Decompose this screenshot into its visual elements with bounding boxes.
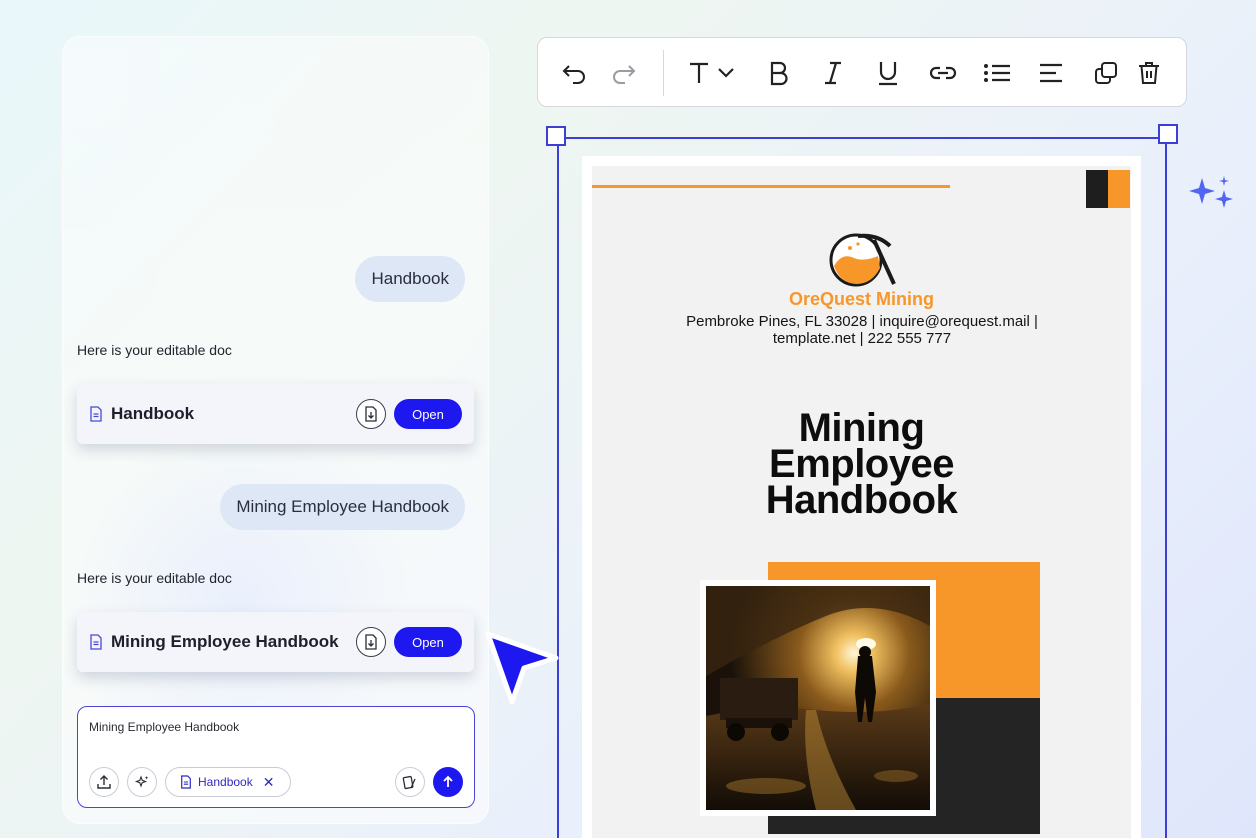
document-title: Mining Employee Handbook [592, 406, 1131, 522]
download-doc-icon [365, 634, 377, 650]
undo-button[interactable] [560, 58, 590, 88]
remove-chip-icon[interactable]: ✕ [263, 774, 275, 791]
document-canvas: OreQuest Mining Pembroke Pines, FL 33028… [592, 166, 1131, 838]
resize-handle-top-right[interactable] [1158, 124, 1178, 144]
text-style-icon [690, 62, 734, 83]
title-line: Mining [798, 406, 925, 450]
download-button[interactable] [356, 399, 386, 429]
corner-block-orange [1108, 170, 1130, 208]
chip-label: Handbook [198, 775, 253, 789]
corner-block-dark [1086, 170, 1108, 208]
duplicate-icon [1095, 62, 1117, 84]
italic-button[interactable] [818, 58, 848, 88]
send-button[interactable] [433, 767, 463, 797]
message-composer[interactable]: Mining Employee Handbook Handbook ✕ [77, 706, 475, 808]
title-line: Handbook [765, 478, 958, 522]
assistant-message-text: Here is your editable doc [77, 570, 232, 586]
underline-button[interactable] [873, 58, 903, 88]
text-style-dropdown[interactable] [684, 58, 748, 88]
company-contact: Pembroke Pines, FL 33028 | inquire@orequ… [672, 313, 1052, 347]
arrow-up-icon [443, 775, 453, 787]
bullet-list-icon [984, 64, 1010, 82]
sparkle-icon [134, 775, 149, 788]
resize-handle-top-left[interactable] [546, 126, 566, 146]
open-button[interactable]: Open [394, 627, 462, 657]
chat-panel: Handbook Here is your editable doc Handb… [62, 36, 489, 824]
download-doc-icon [365, 406, 377, 422]
composer-input[interactable]: Mining Employee Handbook [89, 720, 239, 734]
document-page[interactable]: OreQuest Mining Pembroke Pines, FL 33028… [582, 156, 1141, 838]
doc-card-title: Mining Employee Handbook [111, 632, 339, 651]
underline-icon [879, 62, 897, 86]
doc-card-title: Handbook [111, 404, 195, 423]
file-icon [181, 775, 191, 789]
mine-tunnel-photo [706, 586, 930, 810]
pointer-cursor-icon [485, 631, 559, 705]
bold-icon [770, 61, 788, 86]
upload-button[interactable] [89, 767, 119, 797]
ai-sparkle-icon [1189, 176, 1233, 208]
link-button[interactable] [928, 58, 958, 88]
undo-icon [562, 65, 585, 84]
file-icon [90, 406, 102, 422]
redo-button[interactable] [608, 58, 638, 88]
address-line: template.net | 222 555 777 [772, 330, 952, 347]
doc-card-mining-employee-handbook[interactable]: Mining Employee Handbook Open [77, 612, 474, 672]
template-picker-button[interactable] [395, 767, 425, 797]
link-icon [929, 66, 957, 80]
title-line: Employee [769, 442, 954, 486]
redo-icon [613, 65, 636, 84]
ai-magic-button[interactable] [127, 767, 157, 797]
upload-icon [97, 775, 111, 789]
bold-button[interactable] [764, 58, 794, 88]
align-left-button[interactable] [1036, 58, 1066, 88]
address-line: Pembroke Pines, FL 33028 | inquire@orequ… [686, 313, 1038, 330]
bullet-list-button[interactable] [982, 58, 1012, 88]
italic-icon [825, 61, 841, 85]
attachment-chip[interactable]: Handbook ✕ [165, 767, 291, 797]
open-button[interactable]: Open [394, 399, 462, 429]
doc-card-handbook[interactable]: Handbook Open [77, 384, 474, 444]
user-message-bubble: Mining Employee Handbook [220, 484, 465, 530]
company-name: OreQuest Mining [788, 289, 934, 309]
accent-line [592, 185, 950, 188]
user-message-bubble: Handbook [355, 256, 465, 302]
delete-button[interactable] [1134, 58, 1164, 88]
toolbar-divider [663, 50, 664, 96]
template-icon [402, 775, 416, 790]
assistant-message-text: Here is your editable doc [77, 342, 232, 358]
delete-icon [1139, 62, 1159, 84]
cover-photo-frame[interactable] [700, 580, 936, 816]
align-left-icon [1040, 63, 1062, 83]
file-icon [90, 634, 102, 650]
pickaxe-logo-icon [829, 233, 896, 287]
download-button[interactable] [356, 627, 386, 657]
formatting-toolbar [537, 37, 1187, 107]
duplicate-button[interactable] [1091, 58, 1121, 88]
